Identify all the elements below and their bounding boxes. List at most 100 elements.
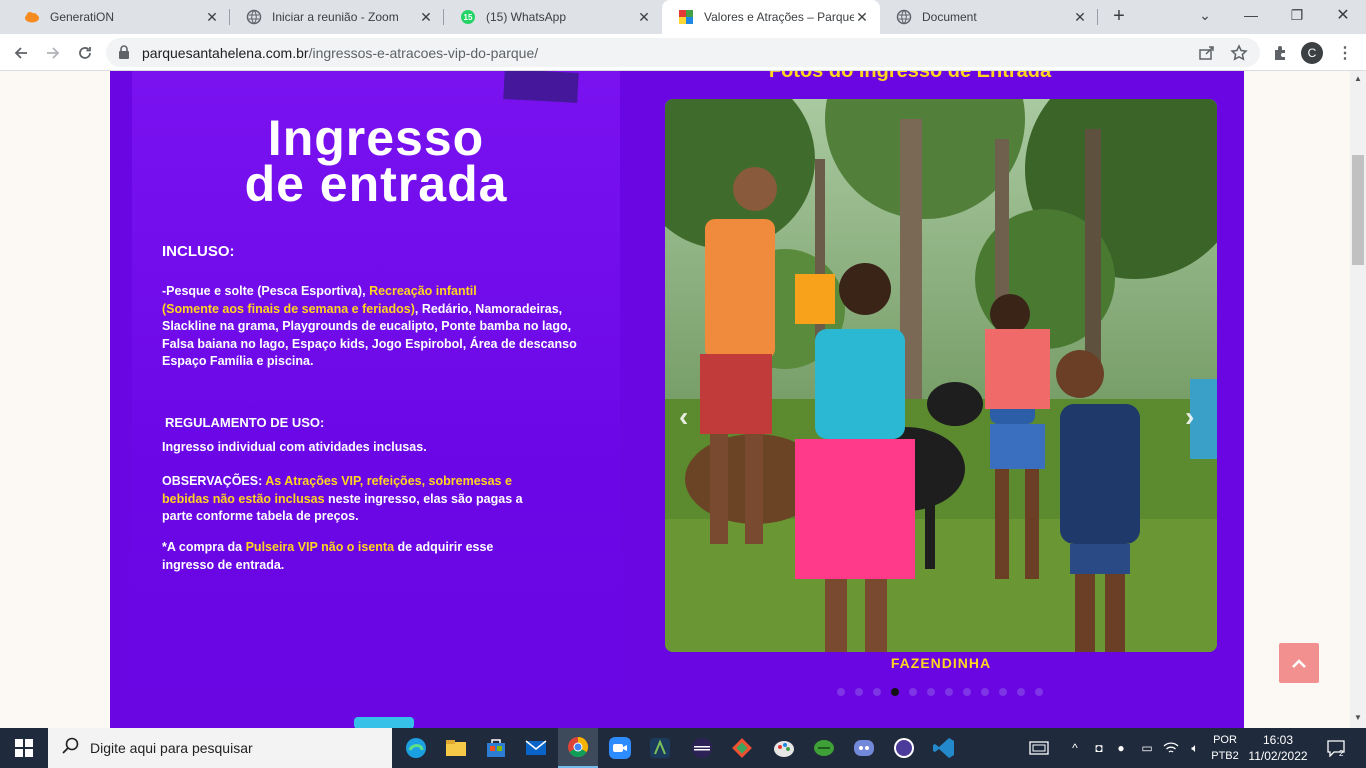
- battery-icon[interactable]: ▭: [1136, 728, 1158, 768]
- regulamento-heading: REGULAMENTO DE USO:: [165, 415, 325, 430]
- pagination-dot[interactable]: [855, 688, 863, 696]
- tab-search-icon[interactable]: ⌄: [1182, 0, 1228, 30]
- webcam-icon[interactable]: ◘: [1090, 728, 1108, 768]
- gallery-pagination: [837, 688, 1043, 696]
- pagination-dot[interactable]: [945, 688, 953, 696]
- system-clock[interactable]: 16:03 11/02/2022: [1248, 732, 1308, 764]
- file-explorer-icon[interactable]: [436, 728, 476, 768]
- extensions-icon[interactable]: [1267, 40, 1293, 66]
- android-studio-icon[interactable]: [640, 728, 680, 768]
- close-tab-icon[interactable]: ✕: [636, 9, 652, 25]
- pagination-dot[interactable]: [891, 688, 899, 696]
- pagination-dot[interactable]: [1035, 688, 1043, 696]
- share-icon[interactable]: [1198, 44, 1216, 62]
- logo-fragment: [354, 717, 414, 728]
- tab-zoom[interactable]: Iniciar a reunião - Zoom ✕: [230, 0, 444, 34]
- svg-text:2: 2: [1339, 749, 1344, 757]
- gallery-next-arrow[interactable]: ›: [1185, 401, 1194, 433]
- volume-icon[interactable]: 🔈︎: [1184, 728, 1206, 768]
- paint-icon[interactable]: [764, 728, 804, 768]
- scroll-down-icon[interactable]: ▼: [1354, 714, 1362, 722]
- microphone-icon[interactable]: ●: [1112, 728, 1130, 768]
- pagination-dot[interactable]: [963, 688, 971, 696]
- git-icon[interactable]: [722, 728, 762, 768]
- restore-button[interactable]: ❐: [1274, 0, 1320, 30]
- search-icon: [62, 737, 80, 760]
- scrollbar-thumb[interactable]: [1352, 155, 1364, 265]
- tab-title: Iniciar a reunião - Zoom: [272, 10, 399, 24]
- eclipse-ide-icon[interactable]: [884, 728, 924, 768]
- notifications-icon[interactable]: 2: [1318, 728, 1354, 768]
- close-window-button[interactable]: ✕: [1320, 0, 1366, 30]
- star-icon[interactable]: [1230, 44, 1248, 62]
- tape-decoration: [503, 71, 579, 103]
- flyer-title: Ingresso de entrada: [244, 110, 508, 212]
- close-tab-icon[interactable]: ✕: [418, 9, 434, 25]
- whatsapp-icon: 15: [460, 9, 476, 25]
- regulamento-text: Ingresso individual com atividades inclu…: [162, 440, 427, 454]
- globe-icon: [896, 9, 912, 25]
- observacoes-text: OBSERVAÇÕES: As Atrações VIP, refeições,…: [162, 474, 523, 523]
- pagination-dot[interactable]: [1017, 688, 1025, 696]
- tab-document[interactable]: Document ✕: [880, 0, 1098, 34]
- edge-icon[interactable]: [396, 728, 436, 768]
- zoom-icon[interactable]: [600, 728, 640, 768]
- mail-icon[interactable]: [516, 728, 556, 768]
- pagination-dot[interactable]: [837, 688, 845, 696]
- menu-icon[interactable]: ⋮: [1332, 40, 1358, 66]
- web-page: Ingresso de entrada INCLUSO: -Pesque e s…: [0, 71, 1350, 728]
- store-icon[interactable]: [476, 728, 516, 768]
- tab-generation[interactable]: GeneratiON ✕: [8, 0, 230, 34]
- tab-title: Valores e Atrações – Parque S: [704, 10, 854, 24]
- discord-icon[interactable]: [844, 728, 884, 768]
- pagination-dot[interactable]: [873, 688, 881, 696]
- profile-avatar[interactable]: C: [1301, 42, 1323, 64]
- windows-taskbar: Digite aqui para pesquisar ^ ◘ ● ▭ 🔈︎ PO…: [0, 728, 1366, 768]
- pagination-dot[interactable]: [909, 688, 917, 696]
- chrome-icon[interactable]: [558, 728, 598, 768]
- task-view-icon[interactable]: [1026, 728, 1052, 768]
- tab-whatsapp[interactable]: 15 (15) WhatsApp ✕: [444, 0, 662, 34]
- close-tab-icon[interactable]: ✕: [204, 9, 220, 25]
- gallery-title: Fotos do Ingresso de Entrada: [768, 71, 1052, 82]
- tab-strip: GeneratiON ✕ Iniciar a reunião - Zoom ✕ …: [0, 0, 1366, 34]
- chevron-up-icon[interactable]: ^: [1066, 728, 1084, 768]
- gallery-caption: FAZENDINHA: [890, 655, 992, 671]
- lock-icon[interactable]: [118, 45, 130, 64]
- vscode-icon[interactable]: [924, 728, 964, 768]
- site-icon: [678, 9, 694, 25]
- scroll-up-icon[interactable]: ▲: [1354, 75, 1362, 83]
- pagination-dot[interactable]: [981, 688, 989, 696]
- search-placeholder: Digite aqui para pesquisar: [90, 740, 253, 756]
- url-text[interactable]: parquesantahelena.com.br/ingressos-e-atr…: [142, 45, 538, 61]
- gallery-prev-arrow[interactable]: ‹: [679, 401, 688, 433]
- close-tab-icon[interactable]: ✕: [854, 9, 870, 25]
- content-section: Ingresso de entrada INCLUSO: -Pesque e s…: [110, 71, 1244, 728]
- tab-title: (15) WhatsApp: [486, 10, 567, 24]
- start-button[interactable]: [0, 728, 48, 768]
- pagination-dot[interactable]: [927, 688, 935, 696]
- close-tab-icon[interactable]: ✕: [1072, 9, 1088, 25]
- browser-toolbar: parquesantahelena.com.br/ingressos-e-atr…: [0, 34, 1366, 71]
- address-bar[interactable]: parquesantahelena.com.br/ingressos-e-atr…: [106, 38, 1260, 67]
- back-to-top-button[interactable]: [1279, 643, 1319, 683]
- svg-text:15: 15: [464, 13, 473, 22]
- page-scrollbar[interactable]: ▲ ▼: [1350, 71, 1366, 728]
- tab-valores-atracoes[interactable]: Valores e Atrações – Parque S ✕: [662, 0, 880, 34]
- pagination-dot[interactable]: [999, 688, 1007, 696]
- minimize-button[interactable]: —: [1228, 0, 1274, 30]
- tab-title: GeneratiON: [50, 10, 115, 24]
- forward-button[interactable]: [40, 40, 66, 66]
- cloud-icon: [24, 9, 40, 25]
- reload-button[interactable]: [72, 40, 98, 66]
- wifi-icon[interactable]: [1160, 728, 1182, 768]
- arrow-left-icon: [14, 47, 27, 59]
- taskbar-search[interactable]: Digite aqui para pesquisar: [48, 728, 392, 768]
- robo3t-icon[interactable]: [804, 728, 844, 768]
- language-indicator[interactable]: POR PTB2: [1208, 732, 1242, 764]
- gallery-photo[interactable]: ‹ ›: [665, 99, 1217, 652]
- back-button[interactable]: [8, 40, 34, 66]
- eclipse-icon[interactable]: [682, 728, 722, 768]
- new-tab-button[interactable]: +: [1108, 6, 1130, 28]
- compra-text: *A compra da Pulseira VIP não o isenta d…: [162, 540, 494, 572]
